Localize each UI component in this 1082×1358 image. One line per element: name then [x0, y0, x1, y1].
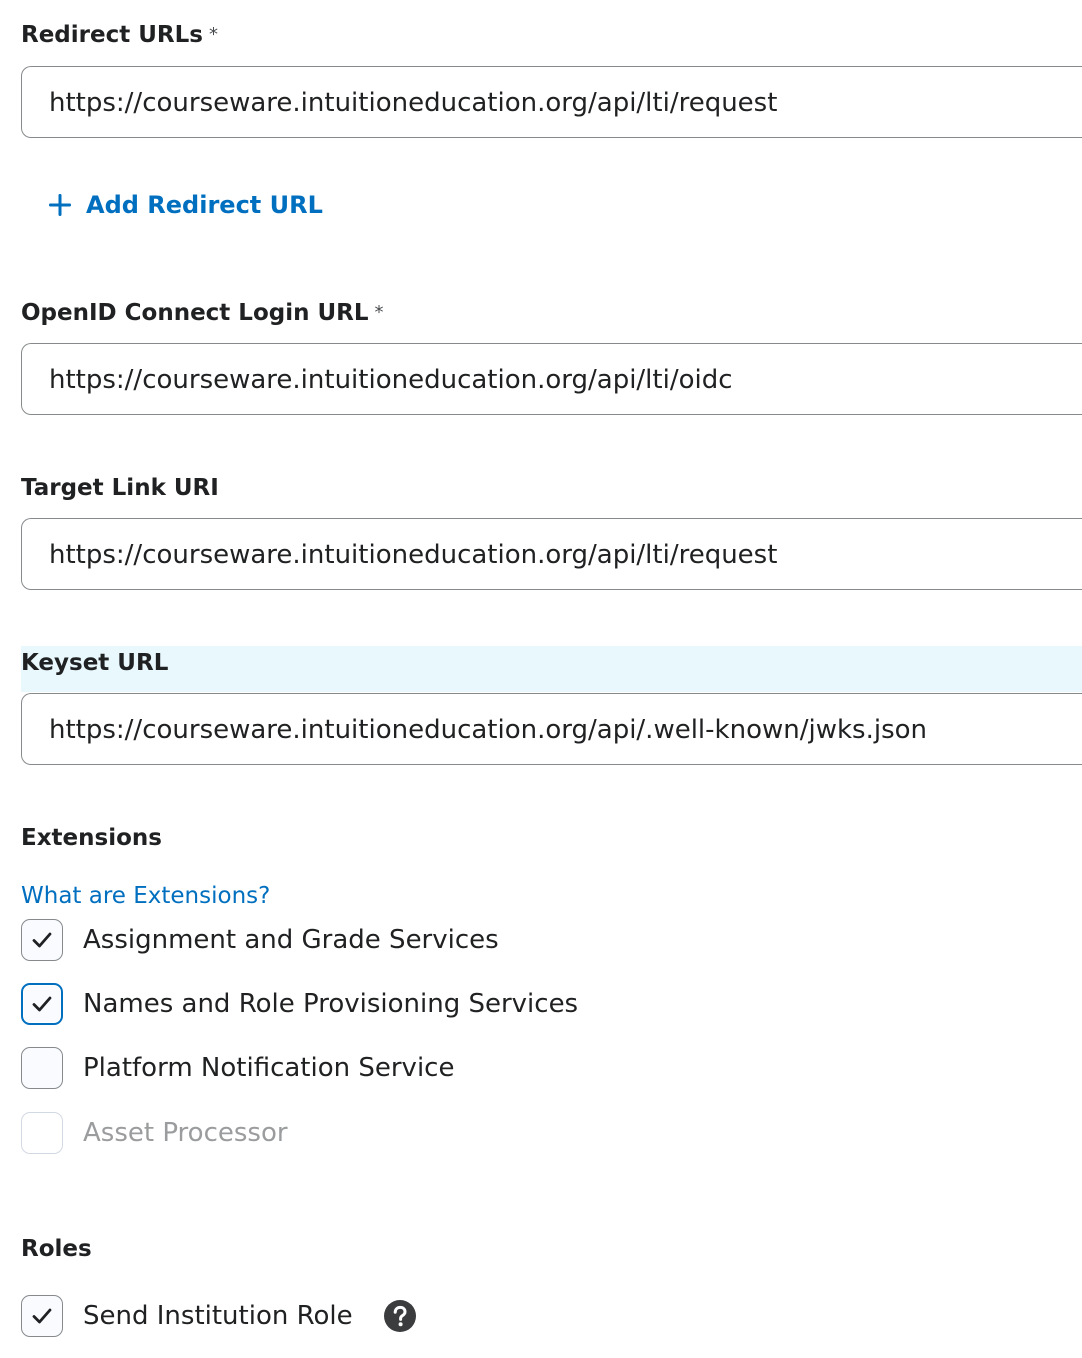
openid-login-url-label: OpenID Connect Login URL *: [21, 298, 384, 328]
roles-heading: Roles: [21, 1234, 92, 1264]
redirect-url-input[interactable]: https://courseware.intuitioneducation.or…: [21, 66, 1082, 138]
asset-processor-label: Asset Processor: [83, 1118, 288, 1148]
lti-tool-settings-form: Redirect URLs * https://courseware.intuit…: [0, 0, 1082, 1358]
names-role-provisioning-option[interactable]: Names and Role Provisioning Services: [21, 982, 578, 1026]
send-institution-role-label: Send Institution Role: [83, 1301, 353, 1331]
target-link-uri-label: Target Link URI: [21, 473, 219, 503]
asset-processor-option: Asset Processor: [21, 1111, 288, 1155]
keyset-label-highlight: [21, 646, 1082, 692]
assignment-grade-services-checkbox[interactable]: [21, 919, 63, 961]
openid-login-url-input[interactable]: https://courseware.intuitioneducation.or…: [21, 343, 1082, 415]
send-institution-role-option[interactable]: Send Institution Role: [21, 1294, 417, 1338]
keyset-url-label-text: Keyset URL: [21, 650, 169, 676]
keyset-url-input[interactable]: https://courseware.intuitioneducation.or…: [21, 693, 1082, 765]
names-role-provisioning-label: Names and Role Provisioning Services: [83, 989, 579, 1019]
required-asterisk: *: [208, 24, 218, 45]
target-link-uri-input[interactable]: https://courseware.intuitioneducation.or…: [21, 518, 1082, 590]
assignment-grade-services-option[interactable]: Assignment and Grade Services: [21, 918, 499, 962]
redirect-urls-label: Redirect URLs *: [21, 20, 218, 50]
keyset-url-label: Keyset URL: [21, 648, 168, 678]
add-redirect-url-label: Add Redirect URL: [86, 191, 323, 219]
checkmark-icon: [32, 996, 52, 1012]
roles-heading-text: Roles: [21, 1236, 92, 1262]
asset-processor-checkbox: [21, 1112, 63, 1154]
openid-login-url-label-text: OpenID Connect Login URL: [21, 300, 369, 326]
help-question-icon[interactable]: [383, 1299, 417, 1333]
platform-notification-option[interactable]: Platform Notification Service: [21, 1046, 454, 1090]
checkmark-icon: [32, 1308, 52, 1324]
required-asterisk: *: [374, 302, 384, 323]
plus-icon: [49, 194, 71, 216]
extensions-heading-text: Extensions: [21, 825, 162, 851]
send-institution-role-checkbox[interactable]: [21, 1295, 63, 1337]
assignment-grade-services-label: Assignment and Grade Services: [83, 925, 499, 955]
checkmark-icon: [32, 932, 52, 948]
what-are-extensions-link[interactable]: What are Extensions?: [21, 880, 270, 912]
target-link-uri-label-text: Target Link URI: [21, 475, 219, 501]
add-redirect-url-button[interactable]: Add Redirect URL: [46, 187, 323, 223]
platform-notification-label: Platform Notification Service: [83, 1053, 455, 1083]
redirect-urls-label-text: Redirect URLs: [21, 22, 203, 48]
extensions-heading: Extensions: [21, 823, 162, 853]
names-role-provisioning-checkbox[interactable]: [21, 983, 63, 1025]
platform-notification-checkbox[interactable]: [21, 1047, 63, 1089]
